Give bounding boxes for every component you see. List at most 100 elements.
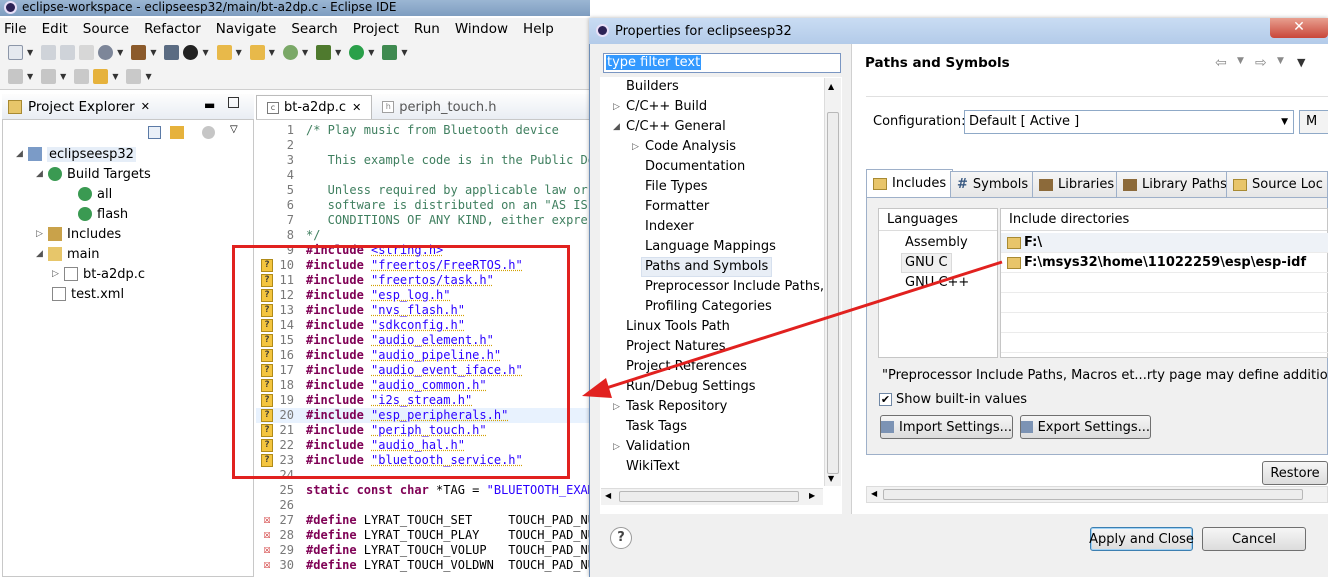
build-dropdown-icon[interactable]: ▼ (117, 48, 123, 57)
tree-page-file-types[interactable]: File Types (645, 177, 708, 197)
error-marker-icon[interactable]: ☒ (261, 543, 273, 557)
expand-toggle-icon[interactable]: ▷ (36, 229, 44, 239)
menu-item-run[interactable]: Run (414, 21, 440, 37)
back-nav-icon[interactable]: ⇦ (1215, 55, 1227, 71)
external-tools-icon[interactable] (382, 44, 398, 60)
error-marker-icon[interactable]: ☒ (261, 558, 273, 572)
apply-and-close-button[interactable]: Apply and Close (1089, 527, 1194, 551)
page-hscroll-thumb[interactable] (883, 489, 1303, 500)
save-icon[interactable] (41, 44, 57, 60)
page-horizontal-scrollbar[interactable]: ◀ (866, 486, 1328, 503)
open-type-dropdown-icon[interactable]: ▼ (302, 48, 308, 57)
new-icon[interactable] (8, 44, 23, 60)
tree-item-eclipseesp32[interactable]: ◢ eclipseesp32 (16, 144, 136, 164)
view-menu-icon[interactable]: ▽ (230, 124, 238, 135)
back-icon[interactable] (93, 69, 109, 84)
tree-page-indexer[interactable]: Indexer (645, 217, 694, 237)
external-tools-dropdown-icon[interactable]: ▼ (401, 48, 407, 57)
import-settings-button[interactable]: Import Settings... (880, 415, 1013, 439)
build-settings-icon[interactable] (98, 44, 114, 60)
forward-icon[interactable] (126, 69, 142, 84)
tree-item-bt-a2dp-c[interactable]: ▷ bt-a2dp.c (52, 264, 145, 284)
hammer-dropdown-icon[interactable]: ▼ (150, 48, 156, 57)
menu-item-project[interactable]: Project (353, 21, 399, 37)
tree-item-test-xml[interactable]: test.xml (40, 284, 124, 304)
save-all-icon[interactable] (60, 44, 76, 60)
expand-toggle-icon[interactable]: ◢ (36, 249, 44, 259)
tree-page-validation[interactable]: Validation (626, 437, 690, 457)
tree-page-wikitext[interactable]: WikiText (626, 457, 680, 477)
next-annotation-icon[interactable] (8, 69, 23, 84)
menu-item-search[interactable]: Search (291, 21, 337, 37)
include-directories-table[interactable]: Include directories F:\ F:\msys32\home\1… (1000, 208, 1328, 358)
menu-item-help[interactable]: Help (523, 21, 554, 37)
back-nav-dropdown-icon[interactable]: ▼ (1237, 56, 1244, 66)
next-annotation-dropdown-icon[interactable]: ▼ (27, 72, 33, 81)
hammer-build-icon[interactable] (131, 44, 147, 60)
tab-periph-touch-h[interactable]: h periph_touch.h (372, 95, 506, 119)
filter-input[interactable]: type filter text (603, 53, 841, 73)
tab-library-paths[interactable]: Library Paths (1116, 171, 1234, 197)
build-all-icon[interactable] (164, 44, 180, 60)
scroll-left-icon[interactable]: ◀ (605, 491, 611, 500)
configuration-select[interactable]: Default [ Active ] ▼ (964, 110, 1294, 134)
tab-bt-a2dp-c[interactable]: c bt-a2dp.c ✕ (256, 95, 373, 119)
scroll-right-icon[interactable]: ▶ (809, 491, 815, 500)
tab-includes[interactable]: Includes (866, 169, 954, 197)
new-source-dropdown-icon[interactable]: ▼ (269, 48, 275, 57)
tree-page-code-analysis[interactable]: Code Analysis (645, 137, 736, 157)
open-type-icon[interactable] (282, 44, 298, 60)
tree-item-includes[interactable]: ▷ Includes (36, 224, 121, 244)
back-dropdown-icon[interactable]: ▼ (112, 72, 118, 81)
run-dropdown-icon[interactable]: ▼ (368, 48, 374, 57)
tree-page-builders[interactable]: Builders (626, 77, 679, 97)
restore-defaults-button[interactable]: Restore (1262, 461, 1328, 485)
tree-page-formatter[interactable]: Formatter (645, 197, 709, 217)
menu-item-source[interactable]: Source (83, 21, 129, 37)
expand-toggle-icon[interactable]: ▷ (613, 97, 620, 117)
run-icon[interactable] (349, 44, 365, 60)
expand-toggle-icon[interactable]: ▷ (632, 137, 639, 157)
error-marker-icon[interactable]: ☒ (261, 513, 273, 527)
project-explorer-tab[interactable]: Project Explorer ✕ ▬ (2, 94, 254, 120)
tree-page-documentation[interactable]: Documentation (645, 157, 745, 177)
maximize-icon[interactable] (228, 97, 239, 108)
error-marker-icon[interactable]: ☒ (261, 528, 273, 542)
last-edit-icon[interactable] (74, 69, 90, 84)
page-menu-icon[interactable]: ▼ (1297, 56, 1305, 69)
expand-toggle-icon[interactable]: ◢ (16, 149, 24, 159)
close-icon[interactable]: ✕ (141, 100, 150, 113)
menu-item-file[interactable]: File (4, 21, 27, 37)
menu-item-edit[interactable]: Edit (42, 21, 68, 37)
manage-configurations-button[interactable]: M (1299, 110, 1328, 134)
tree-item-main[interactable]: ◢ main (36, 244, 99, 264)
expand-toggle-icon[interactable]: ▷ (613, 437, 620, 457)
minimize-icon[interactable]: ▬ (204, 98, 215, 112)
new-c-project-icon[interactable] (216, 44, 232, 60)
tree-hscroll-thumb[interactable] (619, 491, 799, 502)
new-source-folder-icon[interactable] (249, 44, 265, 60)
tree-page-task-tags[interactable]: Task Tags (626, 417, 687, 437)
new-c-project-dropdown-icon[interactable]: ▼ (236, 48, 242, 57)
close-icon[interactable]: ✕ (352, 101, 361, 114)
scroll-down-icon[interactable]: ▼ (828, 474, 834, 483)
debug-icon[interactable] (316, 44, 332, 60)
table-row[interactable]: F:\msys32\home\11022259\esp\esp-idf (1001, 253, 1328, 273)
debug-dropdown-icon[interactable]: ▼ (335, 48, 341, 57)
expand-toggle-icon[interactable]: ◢ (36, 169, 44, 179)
tab-source-location[interactable]: Source Loc (1226, 171, 1328, 197)
tab-libraries[interactable]: Libraries (1032, 171, 1122, 197)
profile-dropdown-icon[interactable]: ▼ (202, 48, 208, 57)
new-dropdown-icon[interactable]: ▼ (27, 48, 33, 57)
print-icon[interactable] (79, 44, 95, 60)
menu-item-refactor[interactable]: Refactor (144, 21, 201, 37)
cancel-button[interactable]: Cancel (1202, 527, 1306, 551)
tree-horizontal-scrollbar[interactable]: ◀ ▶ (601, 488, 823, 505)
profile-icon[interactable] (183, 44, 199, 60)
dialog-close-button[interactable]: ✕ (1270, 18, 1328, 38)
link-with-editor-icon[interactable] (170, 126, 184, 139)
tree-item-all[interactable]: all (66, 184, 112, 204)
help-icon[interactable]: ? (610, 527, 632, 549)
forward-dropdown-icon[interactable]: ▼ (145, 72, 151, 81)
tree-item-flash[interactable]: flash (66, 204, 128, 224)
